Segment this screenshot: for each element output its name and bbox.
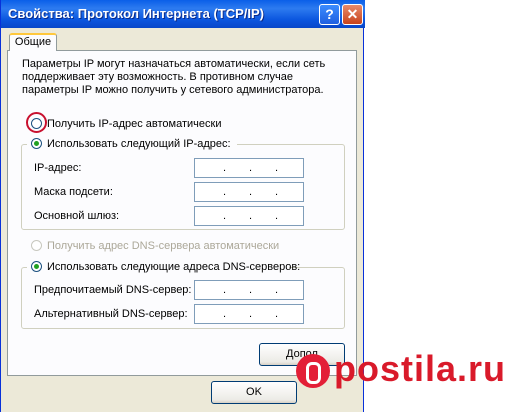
dns-manual-radio[interactable] (31, 261, 42, 272)
dns-auto-label[interactable]: Получить адрес DNS-сервера автоматически (47, 240, 279, 252)
close-icon[interactable]: ✕ (342, 4, 363, 25)
ip-address-input[interactable]: ... (194, 158, 304, 178)
highlight-circle (26, 112, 47, 133)
watermark-logo-icon (296, 354, 330, 388)
title-bar[interactable]: Свойства: Протокол Интернета (TCP/IP) ? … (1, 0, 365, 28)
default-gateway-input[interactable]: ... (194, 206, 304, 226)
dns-manual-label[interactable]: Использовать следующие адреса DNS-сервер… (47, 261, 300, 273)
help-icon[interactable]: ? (319, 4, 340, 25)
ip-manual-label[interactable]: Использовать следующий IP-адрес: (47, 138, 231, 150)
tcpip-properties-window: Свойства: Протокол Интернета (TCP/IP) ? … (0, 0, 365, 412)
dns-auto-radio[interactable] (31, 240, 42, 251)
preferred-dns-input[interactable]: ... (194, 280, 304, 300)
description-text: Параметры IP могут назначаться автоматич… (22, 58, 326, 96)
ip-manual-radio[interactable] (31, 138, 42, 149)
ip-auto-label[interactable]: Получить IP-адрес автоматически (47, 118, 221, 130)
ip-address-label: IP-адрес: (34, 162, 82, 174)
default-gateway-label: Основной шлюз: (34, 210, 120, 222)
subnet-mask-label: Маска подсети: (34, 186, 113, 198)
alternate-dns-label: Альтернативный DNS-сервер: (34, 308, 188, 320)
tab-general[interactable]: Общие (9, 33, 57, 51)
window-title: Свойства: Протокол Интернета (TCP/IP) (8, 6, 264, 21)
alternate-dns-input[interactable]: ... (194, 304, 304, 324)
preferred-dns-label: Предпочитаемый DNS-сервер: (34, 284, 192, 296)
ok-button[interactable]: OK (211, 381, 297, 404)
subnet-mask-input[interactable]: ... (194, 182, 304, 202)
watermark-text: postila.ru (334, 348, 507, 389)
